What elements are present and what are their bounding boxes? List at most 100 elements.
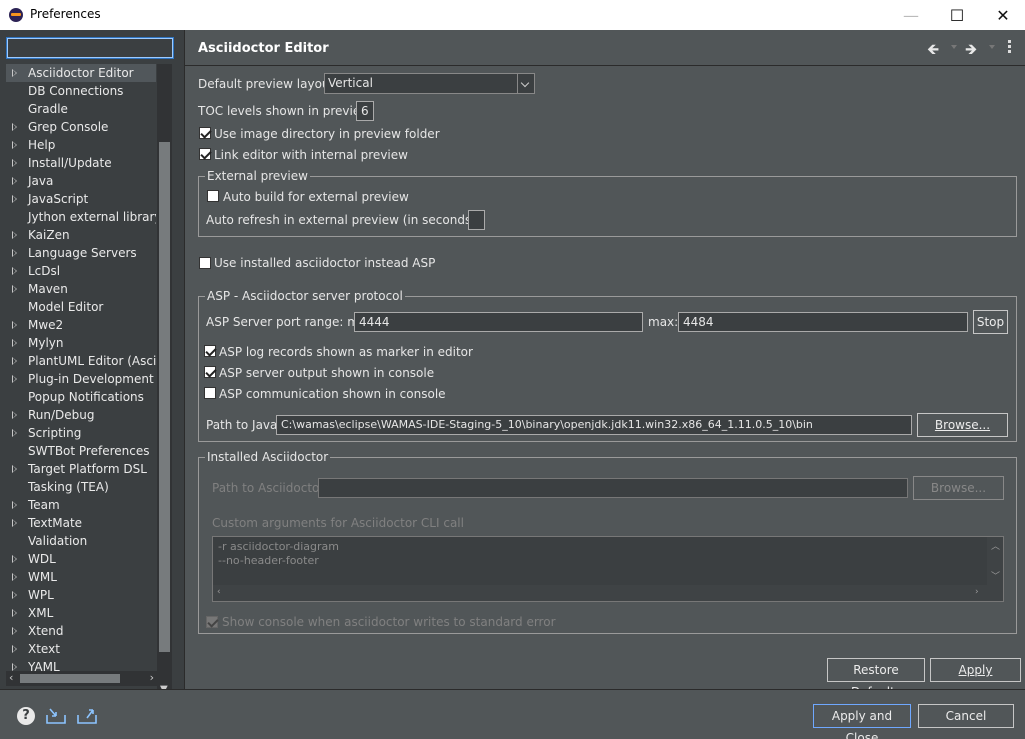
expand-arrow-icon[interactable] — [12, 645, 17, 653]
tree-item[interactable]: Mylyn — [6, 334, 156, 352]
tree-item[interactable]: Validation — [6, 532, 156, 550]
expand-arrow-icon[interactable] — [12, 159, 17, 167]
chevron-up-icon[interactable]: ︿ — [991, 539, 1000, 552]
tree-item[interactable]: Install/Update — [6, 154, 156, 172]
browse-asciidoctor-button[interactable]: Browse... — [913, 476, 1004, 500]
expand-arrow-icon[interactable] — [12, 429, 17, 437]
expand-arrow-icon[interactable] — [12, 177, 17, 185]
minimize-button[interactable]: — — [888, 0, 934, 30]
expand-arrow-icon[interactable] — [12, 663, 17, 671]
show-console-checkbox[interactable] — [206, 616, 218, 628]
tree-item[interactable]: Team — [6, 496, 156, 514]
log-records-checkbox[interactable] — [204, 345, 216, 357]
expand-arrow-icon[interactable] — [12, 339, 17, 347]
apply-button[interactable]: Apply — [930, 658, 1021, 682]
help-icon[interactable]: ? — [17, 707, 35, 725]
tree-vertical-scrollbar[interactable]: ▼ — [157, 64, 172, 698]
communication-checkbox[interactable] — [204, 387, 216, 399]
export-icon[interactable] — [76, 707, 98, 725]
back-dropdown-icon[interactable] — [951, 45, 957, 49]
maximize-button[interactable]: ☐ — [934, 0, 980, 30]
port-max-field[interactable]: 4484 — [678, 312, 968, 332]
custom-args-textarea[interactable]: -r asciidoctor-diagram --no-header-foote… — [212, 536, 1004, 602]
expand-arrow-icon[interactable] — [12, 231, 17, 239]
tree-item[interactable]: Target Platform DSL — [6, 460, 156, 478]
textarea-vertical-scrollbar[interactable]: ︿ ﹀ — [987, 537, 1003, 585]
expand-arrow-icon[interactable] — [12, 519, 17, 527]
tree-item[interactable]: Jython external library — [6, 208, 156, 226]
tree-item[interactable]: Scripting — [6, 424, 156, 442]
import-icon[interactable] — [45, 707, 67, 725]
tree-item[interactable]: KaiZen — [6, 226, 156, 244]
auto-refresh-field[interactable] — [468, 210, 485, 230]
use-image-dir-checkbox[interactable] — [199, 127, 211, 139]
toc-levels-field[interactable]: 6 — [356, 101, 374, 121]
expand-arrow-icon[interactable] — [12, 591, 17, 599]
use-installed-checkbox[interactable] — [199, 257, 211, 269]
scroll-left-icon[interactable]: ‹ — [9, 671, 13, 684]
tree-horizontal-scrollbar[interactable]: ‹ › — [6, 671, 157, 686]
filter-input[interactable] — [6, 37, 174, 59]
tree-item[interactable]: PlantUML Editor (Asciidoctor) — [6, 352, 156, 370]
port-min-field[interactable]: 4444 — [354, 312, 643, 332]
tree-item[interactable]: Java — [6, 172, 156, 190]
tree-item[interactable]: WDL — [6, 550, 156, 568]
close-button[interactable]: ✕ — [980, 0, 1025, 30]
forward-arrow-icon[interactable]: 🡺 — [965, 39, 977, 64]
expand-arrow-icon[interactable] — [12, 141, 17, 149]
scroll-right-icon[interactable]: › — [150, 671, 154, 684]
chevron-right-icon[interactable]: › — [975, 587, 979, 597]
tree-item[interactable]: WML — [6, 568, 156, 586]
hscroll-thumb[interactable] — [20, 674, 120, 683]
textarea-horizontal-scrollbar[interactable]: ‹ › — [213, 585, 1003, 601]
chevron-down-icon[interactable] — [517, 74, 534, 93]
expand-arrow-icon[interactable] — [12, 465, 17, 473]
expand-arrow-icon[interactable] — [12, 285, 17, 293]
expand-arrow-icon[interactable] — [12, 123, 17, 131]
expand-arrow-icon[interactable] — [12, 249, 17, 257]
expand-arrow-icon[interactable] — [12, 195, 17, 203]
default-preview-layout-select[interactable]: Vertical — [324, 73, 535, 94]
tree-item[interactable]: XML — [6, 604, 156, 622]
scroll-thumb[interactable] — [159, 142, 170, 652]
tree-item[interactable]: JavaScript — [6, 190, 156, 208]
server-output-checkbox[interactable] — [204, 366, 216, 378]
tree-item[interactable]: Language Servers — [6, 244, 156, 262]
tree-item[interactable]: Model Editor — [6, 298, 156, 316]
tree-item[interactable]: Help — [6, 136, 156, 154]
path-java-field[interactable]: C:\wamas\eclipse\WAMAS-IDE-Staging-5_10\… — [276, 415, 912, 435]
expand-arrow-icon[interactable] — [12, 609, 17, 617]
back-arrow-icon[interactable]: 🡸 — [927, 39, 939, 64]
expand-arrow-icon[interactable] — [12, 375, 17, 383]
apply-and-close-button[interactable]: Apply and Close — [813, 704, 911, 739]
link-editor-checkbox[interactable] — [199, 148, 211, 160]
tree-item[interactable]: Xtext — [6, 640, 156, 658]
tree-item[interactable]: Tasking (TEA) — [6, 478, 156, 496]
expand-arrow-icon[interactable] — [12, 573, 17, 581]
tree-item[interactable]: Plug-in Development — [6, 370, 156, 388]
tree-item[interactable]: Xtend — [6, 622, 156, 640]
tree-item[interactable]: WPL — [6, 586, 156, 604]
forward-dropdown-icon[interactable] — [989, 45, 995, 49]
auto-build-checkbox[interactable] — [207, 190, 219, 202]
tree-item[interactable]: Asciidoctor Editor — [6, 64, 156, 82]
tree-item[interactable]: Mwe2 — [6, 316, 156, 334]
expand-arrow-icon[interactable] — [12, 411, 17, 419]
chevron-down-icon[interactable]: ﹀ — [991, 569, 1000, 582]
tree-item[interactable]: Grep Console — [6, 118, 156, 136]
tree-item[interactable]: Gradle — [6, 100, 156, 118]
tree-item[interactable]: Popup Notifications — [6, 388, 156, 406]
path-asciidoctor-field[interactable] — [318, 478, 908, 498]
cancel-button[interactable]: Cancel — [918, 704, 1014, 728]
expand-arrow-icon[interactable] — [12, 501, 17, 509]
restore-defaults-button[interactable]: Restore Defaults — [827, 658, 925, 699]
tree-item[interactable]: LcDsl — [6, 262, 156, 280]
expand-arrow-icon[interactable] — [12, 69, 17, 77]
view-menu-icon[interactable] — [1008, 40, 1011, 55]
stop-button[interactable]: Stop — [973, 310, 1008, 334]
expand-arrow-icon[interactable] — [12, 555, 17, 563]
expand-arrow-icon[interactable] — [12, 267, 17, 275]
tree-item[interactable]: Maven — [6, 280, 156, 298]
browse-java-button[interactable]: Browse... — [917, 413, 1008, 437]
expand-arrow-icon[interactable] — [12, 357, 17, 365]
